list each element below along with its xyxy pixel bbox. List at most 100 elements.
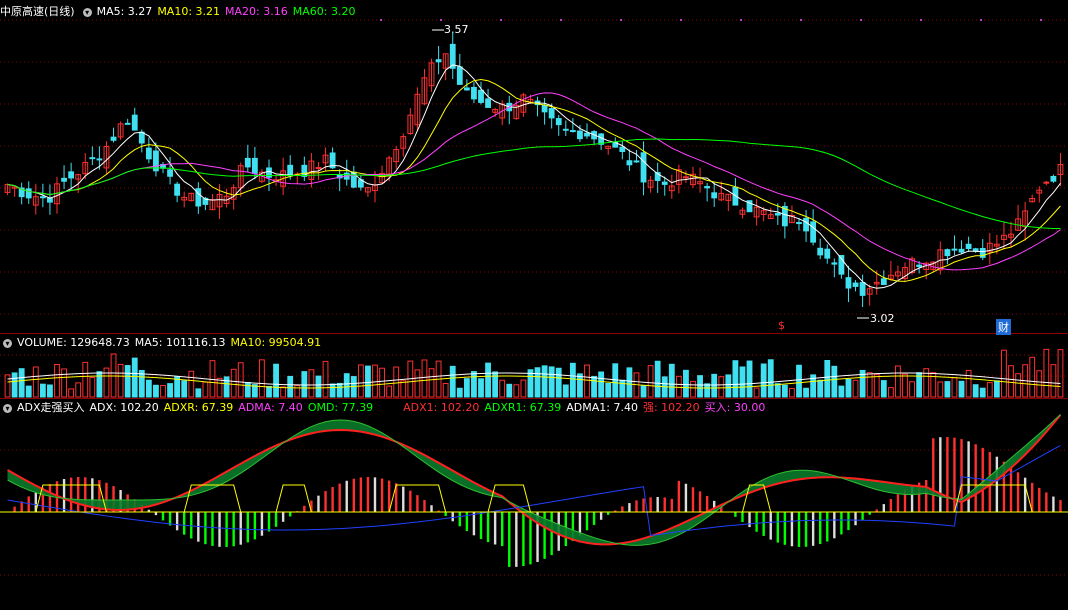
toggle-icon[interactable]: ▾ — [3, 403, 12, 413]
volume-bar — [188, 370, 195, 398]
volume-bar — [273, 363, 279, 398]
adx-hist-bar — [48, 484, 52, 512]
adx-hist-bar — [783, 512, 787, 545]
candle-body — [683, 176, 689, 179]
volume-bar — [32, 366, 39, 398]
volume-bar — [499, 379, 506, 398]
volume-bar — [781, 384, 788, 398]
volume-bar — [329, 383, 336, 398]
stock-title: 中原高速(日线) — [0, 5, 75, 18]
adx-hist-bar — [218, 512, 221, 547]
volume-bar — [958, 380, 965, 398]
signal-dot — [440, 19, 442, 21]
candle-body — [485, 98, 491, 108]
volume-bar — [89, 376, 96, 398]
adx-hist-bar — [691, 487, 695, 512]
adx-hist-bar — [826, 512, 829, 542]
candle-body — [796, 222, 802, 225]
volume-bar — [442, 382, 449, 398]
adx-hist-bar — [995, 456, 999, 512]
candle-body — [619, 146, 626, 153]
candle-body — [471, 86, 477, 100]
adx-hist-bar — [430, 505, 433, 512]
adx-hist-bar — [925, 480, 928, 512]
adx-hist-bar — [458, 512, 461, 527]
adx-hist-bar — [451, 512, 454, 522]
buy-label: 买入: 30.00 — [704, 401, 766, 414]
volume-bar — [626, 367, 633, 398]
volume-bar — [237, 362, 244, 398]
volume-bar — [82, 361, 89, 398]
adma-label: ADMA: 7.40 — [238, 401, 303, 414]
volume-bar — [725, 374, 732, 398]
volume-bar — [478, 378, 484, 398]
adx-hist-bar — [854, 512, 857, 526]
volume-bar — [301, 371, 308, 398]
ma5-line — [7, 64, 1061, 289]
adx-hist-bar — [204, 512, 207, 545]
volume-bar — [895, 365, 901, 398]
volume-bar — [1015, 373, 1021, 398]
adx-hist-bar — [373, 477, 377, 512]
volume-bar — [18, 368, 25, 398]
volume-bar — [167, 383, 173, 398]
volume-bar — [11, 372, 18, 398]
adx-hist-bar — [366, 477, 370, 512]
volume-bar — [555, 367, 562, 398]
signal-dot — [680, 19, 682, 21]
vol-ma5-label: MA5: 101116.13 — [134, 336, 226, 349]
adx-hist-bar — [161, 512, 165, 521]
volume-bar — [838, 385, 845, 398]
volume-bar — [259, 359, 265, 398]
adx-legend: ▾ ADX走强买入 ADX: 102.20 ADXR: 67.39 ADMA: 7.40… — [0, 400, 770, 416]
adx-hist-bar — [840, 512, 843, 535]
volume-bar — [796, 364, 802, 398]
volume-bar — [831, 365, 838, 398]
candle-body — [456, 66, 463, 85]
adx-green-fill — [7, 414, 1061, 546]
volume-bar — [598, 371, 605, 398]
adx-hist-bar — [190, 512, 193, 539]
volume-bar — [61, 368, 67, 398]
volume-bar — [887, 387, 894, 398]
volume-bar — [322, 360, 329, 398]
price-legend: 中原高速(日线) ▾ MA5: 3.27 MA10: 3.21 MA20: 3.16 MA… — [0, 4, 360, 20]
volume-bar — [421, 359, 428, 398]
volume-bar — [230, 368, 237, 398]
adxr1-label: ADXR1: 67.39 — [484, 401, 562, 414]
candle-body — [774, 212, 781, 216]
candle-body — [951, 248, 958, 251]
adx-label: ADX: 102.20 — [89, 401, 159, 414]
volume-bar — [647, 365, 654, 398]
adx-hist-bar — [501, 512, 504, 547]
adx-hist-bar — [748, 512, 751, 528]
adx-hist-bar — [423, 500, 426, 512]
adx-hist-bar — [62, 479, 66, 512]
candle-body — [244, 157, 251, 168]
adx-hist-bar — [804, 512, 808, 547]
toggle-icon[interactable]: ▾ — [3, 338, 12, 348]
candle-body — [39, 196, 46, 199]
volume-bar — [39, 383, 46, 398]
toggle-icon[interactable]: ▾ — [82, 7, 92, 17]
adx-hist-bar — [896, 494, 900, 512]
buy-signal-line — [487, 484, 531, 513]
adx-hist-bar — [175, 512, 179, 531]
volume-bar — [683, 369, 689, 398]
volume-bar — [174, 376, 181, 398]
adx-hist-bar — [592, 512, 596, 525]
volume-bar — [760, 363, 767, 398]
adx-hist-bar — [642, 498, 645, 512]
adx-hist-bar — [981, 447, 984, 512]
volume-bar — [315, 375, 322, 398]
adx-hist-bar — [281, 512, 285, 522]
volume-bar — [386, 385, 393, 398]
volume-bar — [520, 379, 527, 398]
volume-bar — [534, 367, 541, 398]
adx-hist-bar — [889, 498, 893, 512]
adx-hist-bar — [741, 512, 744, 523]
adx-hist-bar — [352, 478, 355, 512]
ma20-line — [7, 92, 1061, 271]
volume-bar — [605, 383, 612, 398]
adx-hist-bar — [345, 480, 348, 512]
